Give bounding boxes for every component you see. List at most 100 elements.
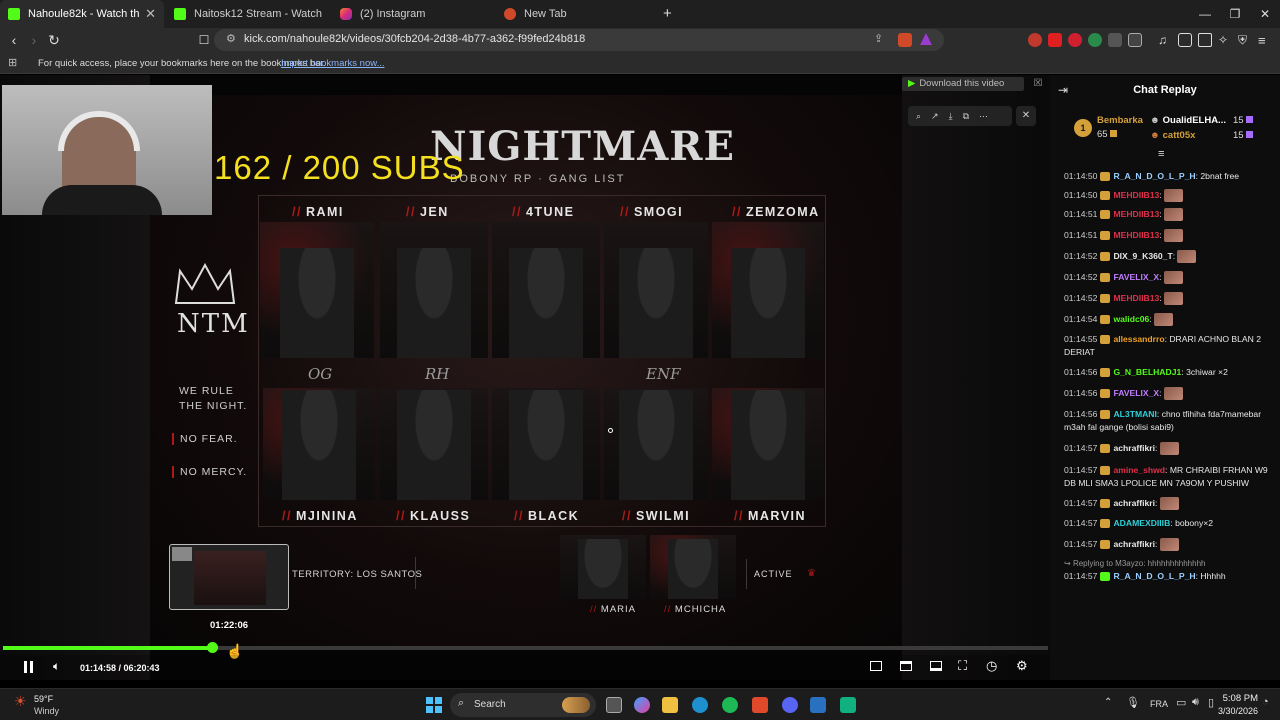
chat-username[interactable]: achraffikri [1113, 498, 1155, 508]
forward-icon[interactable]: › [24, 30, 44, 50]
chat-username[interactable]: AL3TMANI [1113, 409, 1156, 419]
apps-icon[interactable]: ⊞ [8, 56, 17, 69]
chat-username[interactable]: ADAMEXDIIIB [1113, 518, 1170, 528]
chat-username[interactable]: DIX_9_K360_T [1113, 251, 1172, 261]
chat-username[interactable]: MEHDIIB13 [1113, 190, 1159, 200]
picture-in-picture-icon[interactable] [900, 661, 912, 671]
seek-bar[interactable] [3, 642, 1048, 653]
search-highlight-icon [562, 697, 590, 713]
chat-timestamp: 01:14:57 [1064, 539, 1098, 549]
mail-icon[interactable] [810, 697, 826, 713]
extension-icon[interactable] [1108, 33, 1122, 47]
chat-username[interactable]: MEHDIIB13 [1113, 293, 1159, 303]
music-icon[interactable]: ♫ [1158, 33, 1172, 47]
spotify-icon[interactable] [722, 697, 738, 713]
chat-username[interactable]: walidc06 [1113, 314, 1149, 324]
minimize-icon[interactable]: — [1188, 0, 1222, 28]
brave-rewards-icon[interactable] [920, 33, 932, 45]
pause-icon[interactable] [24, 661, 27, 673]
chat-username[interactable]: allessandrro [1113, 334, 1164, 344]
close-icon[interactable]: ✕ [145, 6, 156, 22]
youtube-extension-icon[interactable] [1048, 33, 1062, 47]
weather-icon[interactable]: ☀ [14, 693, 27, 710]
seek-handle[interactable] [207, 642, 218, 653]
chat-username[interactable]: achraffikri [1113, 539, 1155, 549]
chat-username[interactable]: MEHDIIB13 [1113, 230, 1159, 240]
edge-icon[interactable] [692, 697, 708, 713]
microphone-icon[interactable]: 🎙︎ [1126, 696, 1140, 709]
show-hidden-icons[interactable]: ⌃ [1104, 697, 1112, 708]
network-icon[interactable]: ▭ [1176, 696, 1186, 709]
member-name: //ZEMZOMA [732, 205, 820, 219]
url-text[interactable]: kick.com/nahoule82k/videos/30fcb204-2d38… [244, 33, 585, 45]
new-tab-button[interactable]: + [663, 5, 672, 22]
import-bookmarks-link[interactable]: Import bookmarks now... [281, 58, 384, 69]
tab-instagram[interactable]: (2) Instagram [332, 0, 496, 28]
chat-username[interactable]: FAVELIX_X [1113, 272, 1159, 282]
open-icon[interactable]: ⧉ [963, 111, 969, 122]
zoom-icon[interactable]: ⌕ [916, 111, 921, 122]
chat-username[interactable]: R_A_N_D_O_L_P_H [1113, 171, 1195, 181]
windows-start-icon[interactable] [426, 697, 442, 713]
download-video-button[interactable]: ▶ Download this video [902, 77, 1024, 91]
taskbar-search[interactable]: ⌕ Search [450, 693, 596, 717]
tab-new-tab[interactable]: New Tab [496, 0, 660, 28]
share-icon[interactable]: ↗ [931, 111, 939, 122]
vpn-icon[interactable]: ⛨ [1238, 33, 1252, 47]
clock-time[interactable]: 5:08 PM [1222, 693, 1258, 704]
site-info-icon[interactable]: ⚙ [226, 32, 236, 45]
discord-icon[interactable] [782, 697, 798, 713]
tab-naitosk12[interactable]: Naitosk12 Stream - Watch Live on Ki [166, 0, 330, 28]
close-download-icon[interactable]: ☒ [1028, 77, 1048, 91]
task-view-icon[interactable] [606, 697, 622, 713]
chat-timestamp: 01:14:50 [1064, 171, 1098, 181]
expand-leaderboard-icon[interactable]: ≡ [1158, 148, 1164, 160]
leo-ai-icon[interactable]: ✧ [1218, 33, 1232, 47]
extension-icon[interactable] [1028, 33, 1042, 47]
chat-message: 01:14:57 R_A_N_D_O_L_P_H: Hhhhh [1064, 571, 1226, 582]
brave-shields-icon[interactable] [898, 33, 912, 47]
settings-icon[interactable]: ⚙ [1016, 658, 1028, 674]
extension-icon[interactable] [1088, 33, 1102, 47]
brave-icon[interactable] [752, 697, 768, 713]
language-indicator[interactable]: FRA [1150, 699, 1168, 709]
speaker-icon[interactable]: 🔊︎ [1192, 696, 1199, 709]
fullscreen-icon[interactable]: ⛶ [958, 658, 967, 674]
clock-date[interactable]: 3/30/2026 [1210, 706, 1258, 716]
url-field[interactable]: ⚙ kick.com/nahoule82k/videos/30fcb204-2d… [214, 29, 944, 51]
theater-mode-icon[interactable] [870, 661, 882, 671]
chat-text: 3chiwar ×2 [1186, 367, 1228, 377]
chat-timestamp: 01:14:51 [1064, 209, 1098, 219]
menu-icon[interactable]: ≡ [1258, 33, 1272, 48]
more-icon[interactable]: ⋯ [979, 111, 988, 122]
close-viewer-button[interactable]: ✕ [1016, 106, 1036, 126]
chat-username[interactable]: achraffikri [1113, 443, 1155, 453]
reload-icon[interactable]: ↻ [44, 30, 64, 50]
restore-icon[interactable]: ❐ [1218, 0, 1252, 28]
miniplayer-icon[interactable] [930, 661, 942, 671]
background-dim-right [902, 75, 1050, 680]
chat-username[interactable]: FAVELIX_X [1113, 388, 1159, 398]
tab-nahoule82k[interactable]: Nahoule82k - Watch the VOD ✕ [0, 0, 164, 28]
download-icon[interactable]: ⤓ [949, 111, 953, 122]
volume-icon[interactable]: 🔈︎ [53, 659, 60, 674]
chat-timestamp: 01:14:57 [1064, 465, 1098, 475]
wallet-icon[interactable] [1198, 33, 1212, 47]
share-icon[interactable]: ⇪ [874, 32, 883, 45]
copilot-icon[interactable] [634, 697, 650, 713]
file-explorer-icon[interactable] [662, 697, 678, 713]
back-icon[interactable]: ‹ [4, 30, 24, 50]
app-icon[interactable] [840, 697, 856, 713]
chat-username[interactable]: G_N_BELHADJ1 [1113, 367, 1181, 377]
bookmark-icon[interactable]: ☐ [194, 30, 214, 50]
speed-icon[interactable]: ◷ [986, 658, 997, 674]
extension-icon[interactable] [1128, 33, 1142, 47]
chat-username[interactable]: MEHDIIB13 [1113, 209, 1159, 219]
close-window-icon[interactable]: ✕ [1248, 0, 1280, 28]
extension-icon[interactable] [1068, 33, 1082, 47]
member-photo [650, 535, 736, 599]
chat-username[interactable]: amine_shwd [1113, 465, 1165, 475]
video-player[interactable]: NIGHTMARE BOBONY RP · GANG LIST NTM WE R… [0, 75, 1050, 680]
sidebar-icon[interactable] [1178, 33, 1192, 47]
notifications-icon[interactable]: ◔ [1262, 696, 1269, 708]
